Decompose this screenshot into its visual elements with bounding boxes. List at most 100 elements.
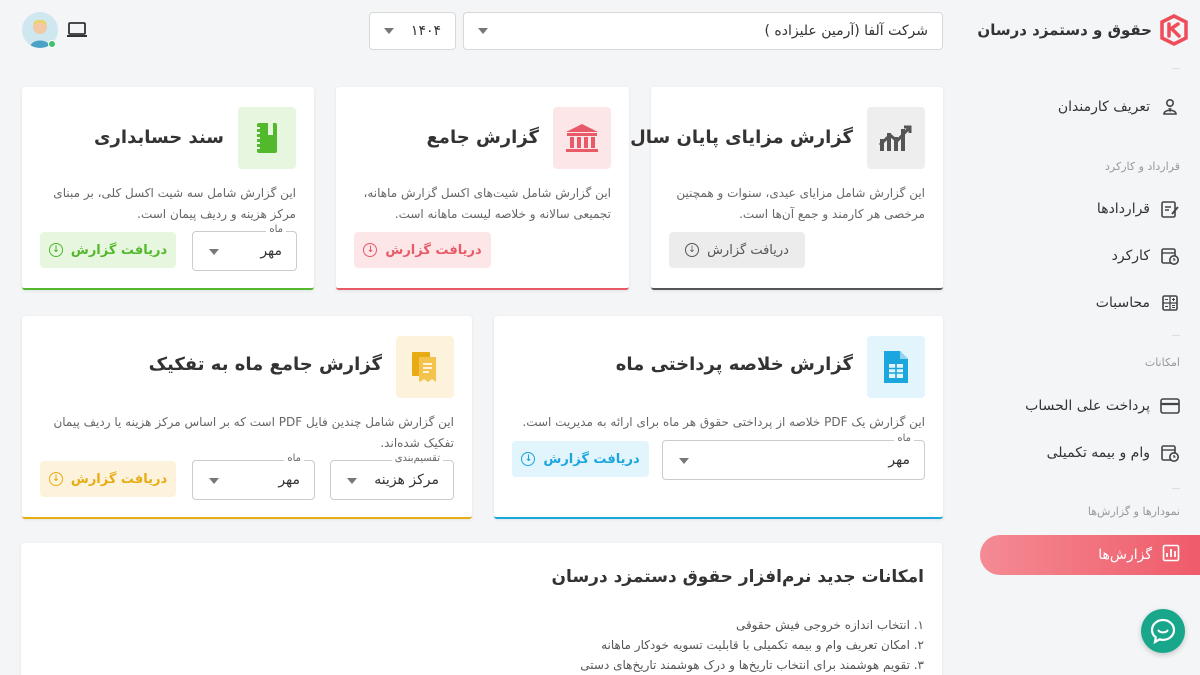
list-item: ۲. امکان تعریف وام و بیمه تکمیلی با قابل… [601, 638, 924, 652]
year-select-value: ۱۴۰۴ [410, 23, 441, 39]
sidebar-section-features: امکانات [1144, 356, 1180, 369]
download-icon: ↓ [48, 243, 63, 257]
field-value: مهر [278, 472, 300, 488]
card-title: گزارش مزایای پایان سال [630, 127, 853, 148]
card-description-line: تفکیک شده‌اند. [380, 436, 454, 450]
brand-logo-icon [1160, 14, 1188, 46]
month-select[interactable]: ماه مهر [192, 453, 315, 500]
card-title: گزارش جامع ماه به تفکیک [148, 354, 382, 375]
list-item: ۱. انتخاب اندازه خروجی فیش حقوقی [735, 618, 924, 632]
card-description-line: این گزارش شامل چندین فایل PDF است که بر … [53, 415, 454, 429]
card-description-line: این گزارش شامل شیت‌های اکسل گزارش ماهانه… [363, 186, 611, 200]
card-icon [1160, 396, 1180, 416]
card-description-line: این گزارش شامل سه شیت اکسل کلی، بر مبنای [53, 186, 296, 200]
card-title: سند حسابداری [94, 127, 224, 148]
card-description: این گزارش شامل سه شیت اکسل کلی، بر مبنای… [53, 183, 296, 225]
sidebar-item-label: وام و بیمه تکمیلی [1046, 445, 1150, 461]
laptop-icon[interactable] [66, 22, 88, 42]
app-name: حقوق و دستمزد درسان [977, 21, 1152, 39]
sidebar-item-label: پرداخت علی الحساب [1025, 398, 1150, 414]
list-item: ۳. تقویم هوشمند برای انتخاب تاریخ‌ها و د… [580, 658, 924, 672]
button-label: دریافت گزارش [385, 242, 482, 258]
sidebar-item-reports[interactable]: گزارش‌ها [980, 535, 1200, 575]
brand[interactable]: حقوق و دستمزد درسان [977, 14, 1188, 46]
sidebar-item-label: کارکرد [1111, 248, 1150, 264]
receipt-icon [396, 336, 454, 398]
chat-support-button[interactable] [1141, 609, 1185, 653]
spreadsheet-file-icon [867, 336, 925, 398]
sidebar-item-worktime[interactable]: کارکرد [1112, 246, 1180, 266]
chat-icon [1150, 618, 1176, 644]
employee-icon [1160, 97, 1180, 117]
chevron-down-icon [347, 478, 357, 484]
card-payment-summary: گزارش خلاصه پرداختی ماه این گزارش یک PDF… [494, 316, 943, 519]
loan-icon [1160, 443, 1180, 463]
stock-chart-icon [867, 107, 925, 169]
card-description-line: مرخصی هر کارمند و جمع آن‌ها است. [739, 207, 925, 221]
sidebar-item-label: قراردادها [1096, 201, 1150, 217]
card-description: این گزارش یک PDF خلاصه از پرداختی حقوق ه… [522, 412, 925, 433]
chevron-down-icon [209, 478, 219, 484]
card-description-line: مرکز هزینه و ردیف پیمان است. [137, 207, 296, 221]
card-description: این گزارش شامل شیت‌های اکسل گزارش ماهانه… [363, 183, 611, 225]
sidebar-item-label: گزارش‌ها [1098, 547, 1152, 563]
chevron-down-icon [209, 249, 219, 255]
sidebar-divider [1172, 68, 1180, 69]
download-report-button[interactable]: دریافت گزارش ↓ [512, 441, 649, 477]
card-description-line: تجمیعی سالانه و خلاصه لیست ماهانه است. [394, 207, 611, 221]
sidebar-section-contracts: قرارداد و کارکرد [1105, 160, 1180, 173]
sidebar-item-calculations[interactable]: محاسبات [1096, 293, 1180, 313]
worktime-icon [1160, 246, 1180, 266]
month-select[interactable]: ماه مهر [662, 433, 925, 480]
month-select[interactable]: ماه مهر [192, 224, 297, 271]
field-label: ماه [266, 224, 286, 235]
field-value: مهر [888, 452, 910, 468]
field-label: تقسیم‌بندی [391, 453, 443, 464]
sidebar-item-label: محاسبات [1095, 295, 1150, 311]
button-label: دریافت گزارش [707, 242, 789, 258]
sidebar-item-loan-insurance[interactable]: وام و بیمه تکمیلی [1047, 443, 1180, 463]
download-report-button[interactable]: دریافت گزارش ↓ [354, 232, 491, 268]
notebook-icon [238, 107, 296, 169]
download-report-button[interactable]: دریافت گزارش ↓ [40, 461, 176, 497]
whats-new-list: ۱. انتخاب اندازه خروجی فیش حقوقی ۲. امکا… [580, 615, 924, 675]
chevron-down-icon [478, 28, 488, 34]
field-value: مرکز هزینه [374, 472, 439, 488]
card-description-line: این گزارش یک PDF خلاصه از پرداختی حقوق ه… [522, 415, 925, 429]
button-label: دریافت گزارش [543, 451, 640, 467]
category-select[interactable]: تقسیم‌بندی مرکز هزینه [330, 453, 454, 500]
chevron-down-icon [679, 458, 689, 464]
sidebar-divider [1172, 335, 1180, 336]
company-select-value: شرکت آلفا (آرمین علیزاده ) [764, 23, 928, 39]
download-icon: ↓ [521, 452, 536, 466]
download-report-button[interactable]: دریافت گزارش ↓ [40, 232, 176, 268]
sidebar-item-advance-payment[interactable]: پرداخت علی الحساب [1025, 396, 1180, 416]
card-year-end-benefits: گزارش مزایای پایان سال این گزارش شامل مز… [630, 87, 943, 290]
whats-new-title: امکانات جدید نرم‌افزار حقوق دستمزد درسان [551, 567, 924, 587]
card-description: این گزارش شامل چندین فایل PDF است که بر … [53, 412, 454, 454]
contract-icon [1160, 199, 1180, 219]
sidebar-divider [1172, 488, 1180, 489]
card-title: گزارش جامع [426, 127, 539, 148]
card-description-line: این گزارش شامل مزایای عیدی، سنوات و همچن… [676, 186, 925, 200]
field-value: مهر [260, 243, 282, 259]
button-label: دریافت گزارش [70, 242, 168, 258]
download-icon: ↓ [48, 472, 63, 486]
reports-icon [1162, 544, 1180, 566]
company-select[interactable]: شرکت آلفا (آرمین علیزاده ) [463, 12, 943, 50]
button-label: دریافت گزارش [70, 471, 168, 487]
calculator-icon [1160, 293, 1180, 313]
card-title: گزارش خلاصه پرداختی ماه [615, 354, 853, 375]
card-description: این گزارش شامل مزایای عیدی، سنوات و همچن… [676, 183, 925, 225]
card-comprehensive-report: گزارش جامع این گزارش شامل شیت‌های اکسل گ… [336, 87, 629, 290]
card-accounting-document: سند حسابداری این گزارش شامل سه شیت اکسل … [22, 87, 314, 290]
sidebar-item-employees[interactable]: تعریف کارمندان [1058, 97, 1180, 117]
sidebar-section-reports: نمودارها و گزارش‌ها [1087, 505, 1180, 518]
download-icon: ↓ [685, 243, 700, 257]
field-label: ماه [894, 433, 914, 444]
sidebar-item-contracts[interactable]: قراردادها [1097, 199, 1180, 219]
sidebar-item-label: تعریف کارمندان [1057, 99, 1150, 115]
card-monthly-breakdown: گزارش جامع ماه به تفکیک این گزارش شامل چ… [22, 316, 472, 519]
download-report-button[interactable]: دریافت گزارش ↓ [669, 232, 805, 268]
year-select[interactable]: ۱۴۰۴ [369, 12, 456, 50]
